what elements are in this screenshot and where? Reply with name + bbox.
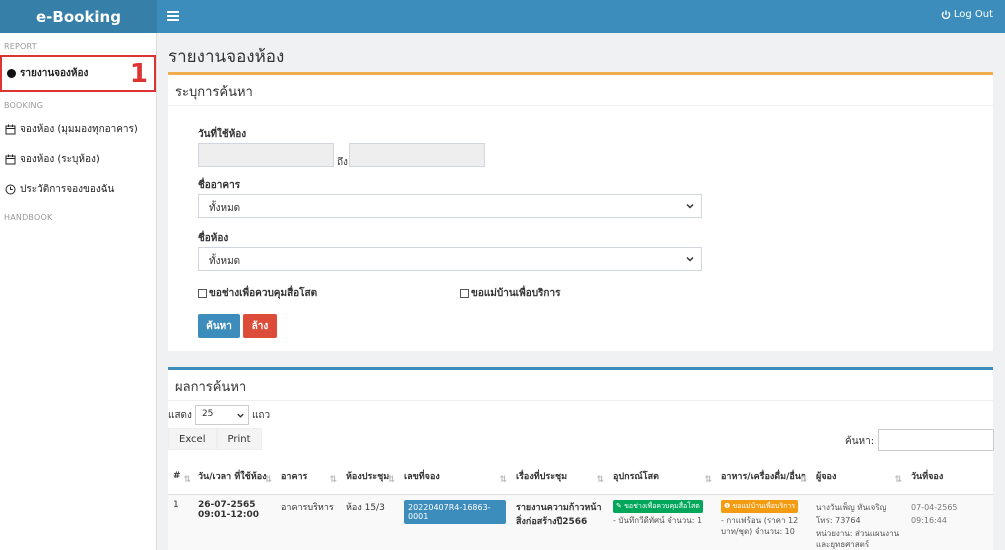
show-label: แสดง [168,409,192,421]
cell-date: 26-07-2565 09:01-12:00 [193,493,276,550]
table-header-row: # ⇅ วัน/เวลา ที่ใช้ห้อง ⇅ อาคาร ⇅ ห้องประชุ… [168,458,993,495]
sidebar-item-label: จองห้อง (มุมมองทุกอาคาร) [20,123,138,135]
booking-no-badge[interactable]: 20220407R4-16863-0001 [404,499,506,524]
calendar-icon [5,154,16,164]
cell-room: ห้อง 15/3 [341,493,399,550]
logout-button[interactable]: Log Out [941,9,993,20]
annotation-number: 1 [129,59,148,89]
sidebar-header-report: REPORT [4,42,37,51]
table-search-label: ค้นหา: [845,436,875,447]
cell-booker: นางวันเพ็ญ ทันเจริญ โทร: 73764 หน่วยงาน:… [811,493,906,550]
cell-food: ❶ ขอแม่บ้านเพื่อบริการ - กาแฟร้อน (ราคา … [716,493,811,550]
sidebar-item-label: รายงานจองห้อง [20,68,89,79]
checkbox-icon [198,289,207,298]
room-select-value: ทั้งหมด [209,256,241,267]
page-length-value: 25 [201,409,214,419]
room-select[interactable]: ทั้งหมด [198,247,702,271]
col-header-date[interactable]: วัน/เวลา ที่ใช้ห้อง ⇅ [193,458,276,495]
sidebar-item-room-report[interactable]: รายงานจองห้อง 1 [0,55,156,92]
col-header-building[interactable]: อาคาร ⇅ [276,458,341,495]
date-from-input[interactable] [198,143,334,167]
chevron-down-icon [686,256,694,262]
col-header-booked-date[interactable]: วันที่จอง [906,458,993,495]
date-label: วันที่ใช้ห้อง [198,129,247,140]
col-header-booker[interactable]: ผู้จอง ⇅ [811,458,906,495]
sidebar-header-booking: BOOKING [4,101,44,110]
sidebar-item-book-room[interactable]: จองห้อง (ระบุห้อง) [0,144,156,174]
sidebar-item-label: จองห้อง (ระบุห้อง) [20,153,100,165]
menu-toggle-icon[interactable] [167,9,179,23]
col-header-equipment[interactable]: อุปกรณ์โสต ⇅ [608,458,716,495]
av-technician-checkbox[interactable]: ขอช่างเพื่อควบคุมสื่อโสต [198,286,317,301]
cell-no: 1 [168,493,193,550]
building-select[interactable]: ทั้งหมด [198,194,702,218]
sidebar-item-book-all-buildings[interactable]: จองห้อง (มุมมองทุกอาคาร) [0,114,156,144]
export-tools: Excel Print [168,428,262,450]
print-button[interactable]: Print [216,428,262,450]
cell-building: อาคารบริหาร [276,493,341,550]
results-panel-title: ผลการค้นหา [168,370,993,401]
food-detail: - กาแฟร้อน (ราคา 12 บาท/ชุด) จำนวน: 10 [721,515,799,536]
booker-name: นางวันเพ็ญ ทันเจริญ [816,502,887,512]
col-header-room[interactable]: ห้องประชุม ⇅ [341,458,399,495]
page-length-control: แสดง 25 แถว [168,405,270,425]
logout-label: Log Out [953,9,993,20]
page-length-select[interactable]: 25 [194,405,249,425]
cell-booked-date: 07-04-2565 09:16:44 [906,493,993,550]
date-to-input[interactable] [349,143,485,167]
sidebar-item-my-history[interactable]: ประวัติการจองของฉัน [0,174,156,204]
col-header-booking-no[interactable]: เลขที่จอง ⇅ [399,458,511,495]
equipment-badge: ✎ ขอช่างเพื่อควบคุมสื่อโสต [613,499,703,513]
results-panel: ผลการค้นหา แสดง 25 แถว Excel Print ค้นหา… [168,367,994,550]
maid-service-checkbox[interactable]: ขอแม่บ้านเพื่อบริการ [460,286,560,301]
circle-icon [7,69,16,78]
building-select-value: ทั้งหมด [209,203,241,214]
booker-unit: หน่วยงาน: ส่วนแผนงานและยุทธศาสตร์ [816,528,900,549]
cell-booking-no: 20220407R4-16863-0001 [399,493,511,550]
table-row: 1 26-07-2565 09:01-12:00 อาคารบริหาร ห้อง… [168,493,993,550]
calendar-icon [5,124,16,134]
checkbox-icon [460,289,469,298]
excel-button[interactable]: Excel [168,428,217,450]
search-button[interactable]: ค้นหา [198,314,240,338]
results-table: # ⇅ วัน/เวลา ที่ใช้ห้อง ⇅ อาคาร ⇅ ห้องประชุ… [168,458,993,550]
date-to-label: ถึง [337,157,348,168]
clock-icon [5,184,16,194]
chevron-down-icon [686,203,694,209]
sidebar-header-handbook: HANDBOOK [4,213,53,222]
col-header-food[interactable]: อาหาร/เครื่องดื่ม/อื่นๆ ⇅ [716,458,811,495]
chevron-down-icon [237,413,244,418]
cell-equipment: ✎ ขอช่างเพื่อควบคุมสื่อโสต - บันทึกวีดีท… [608,493,716,550]
power-icon [941,10,951,19]
table-search-input[interactable] [878,429,994,451]
main-content: รายงานจองห้อง ระบุการค้นหา วันที่ใช้ห้อง… [158,33,1005,550]
page-title: รายงานจองห้อง [168,47,285,67]
av-technician-label: ขอช่างเพื่อควบคุมสื่อโสต [209,288,318,299]
room-label: ชื่อห้อง [198,233,229,244]
equipment-detail: - บันทึกวีดีทัศน์ จำนวน: 1 [613,515,703,525]
food-badge: ❶ ขอแม่บ้านเพื่อบริการ [721,499,799,513]
top-navbar: e-Booking Log Out [0,0,1005,33]
clear-button[interactable]: ล้าง [243,314,277,338]
brand-logo[interactable]: e-Booking [0,0,157,33]
booker-phone: โทร: 73764 [816,515,861,525]
maid-service-label: ขอแม่บ้านเพื่อบริการ [471,288,561,299]
col-header-topic[interactable]: เรื่องที่ประชุม ⇅ [511,458,608,495]
rows-label: แถว [251,409,271,421]
sidebar: REPORT รายงานจองห้อง 1 BOOKING จองห้อง (… [0,33,157,550]
col-header-no[interactable]: # ⇅ [168,458,193,495]
search-panel-title: ระบุการค้นหา [168,75,993,106]
cell-topic: รายงานความก้าวหน้าสิ่งก่อสร้างปี2566 [511,493,608,550]
search-panel: ระบุการค้นหา วันที่ใช้ห้อง ถึง ชื่ออาคาร… [168,72,993,351]
building-label: ชื่ออาคาร [198,180,241,191]
sidebar-item-label: ประวัติการจองของฉัน [20,183,115,195]
